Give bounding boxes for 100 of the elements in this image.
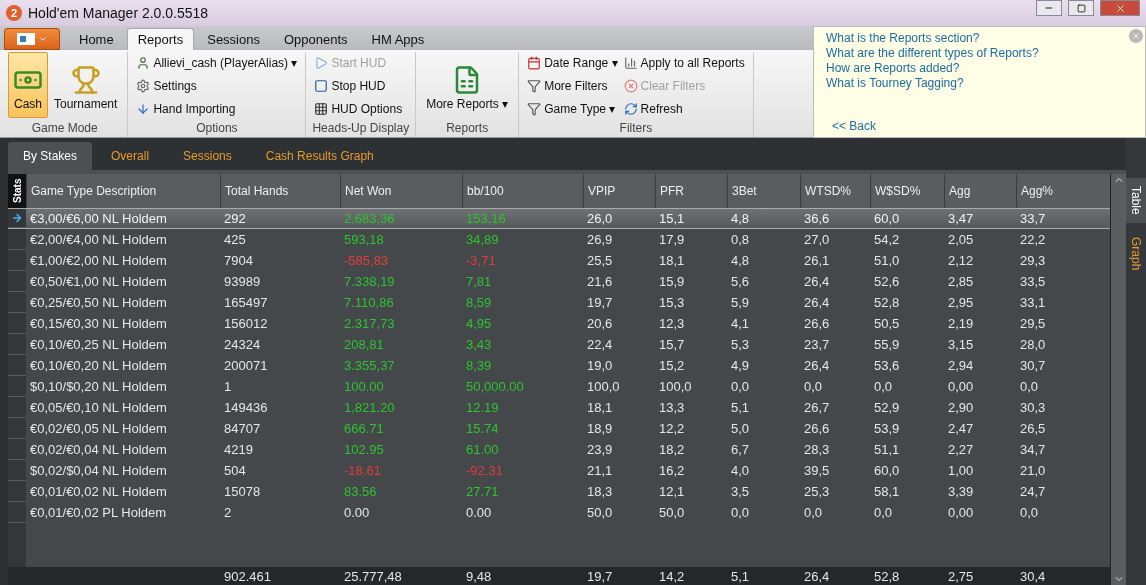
ribbon-tab[interactable]: HM Apps [360, 28, 436, 50]
table-cell-text: 7.110,86 [343, 294, 395, 312]
table-row[interactable]: €0,02/€0,05 NL Holdem 84707 666.71 15.74 18,9 12,2 5,0 26,6 53,9 2,47 26,5 [8, 418, 1110, 439]
user-icon [136, 56, 151, 70]
table-cell-text: 39,5 [803, 462, 831, 480]
table-cell-text: 5,3 [730, 336, 751, 354]
table-cell-text: 50,5 [873, 315, 901, 333]
ribbon-button[interactable]: More Reports ▾ [422, 52, 513, 118]
group-title: Filters [618, 120, 654, 137]
table-row[interactable]: €1,00/€2,00 NL Holdem 7904 -585,83 -3,71 25,5 18,1 4,8 26,1 51,0 2,12 29,3 [8, 250, 1110, 271]
report-tab[interactable]: Sessions [168, 142, 247, 170]
table-cell-text: 33,7 [1019, 210, 1047, 228]
table-cell-text: 2,05 [947, 231, 975, 249]
table-cell-text: 4,9 [730, 357, 751, 375]
table-row[interactable]: €0,50/€1,00 NL Holdem 93989 7.338,19 7,81 21,6 15,9 5,6 26,4 52,6 2,85 33,5 [8, 271, 1110, 292]
ribbon-button[interactable]: Cash [8, 52, 48, 118]
table-cell-text: 18,3 [586, 483, 614, 501]
ribbon-button[interactable]: Game Type ▾ [525, 98, 620, 120]
ribbon-button[interactable]: Allievi_cash (PlayerAlias) ▾ [134, 52, 300, 74]
ribbon-button[interactable]: HUD Options [312, 98, 405, 120]
table-cell-text: 0,00 [947, 378, 975, 396]
table-row[interactable]: $0,10/$0,20 NL Holdem 1 100.00 50,000.00 100,0 100,0 0,0 0,0 0,0 0,00 0,0 [8, 376, 1110, 397]
table-cell-text: 2,90 [947, 399, 975, 417]
scrollbar[interactable] [1110, 174, 1126, 585]
table-cell-text: 1 [223, 378, 233, 396]
minimize-button[interactable] [1036, 0, 1062, 16]
table-cell-text: 21,6 [586, 273, 614, 291]
report-tab[interactable]: Cash Results Graph [250, 142, 389, 170]
total-cell-text: 30,4 [1019, 567, 1047, 585]
ribbon-button[interactable]: More Filters [525, 75, 620, 97]
ribbon-tab[interactable]: Opponents [272, 28, 359, 50]
table-row[interactable]: €0,01/€0,02 PL Holdem 2 0.00 0.00 50,0 50,0 0,0 0,0 0,0 0,00 0,0 [8, 502, 1110, 523]
table-cell-text: 100.00 [343, 378, 385, 396]
stats-tab[interactable]: Stats [8, 174, 26, 208]
ribbon-button[interactable]: Settings [134, 75, 300, 97]
table-row[interactable]: €0,01/€0,02 NL Holdem 15078 83.56 27.71 18,3 12,1 3,5 25,3 58,1 3,39 24,7 [8, 481, 1110, 502]
table-row[interactable]: €0,05/€0,10 NL Holdem 149436 1,821.20 12.19 18,1 13,3 5,1 26,7 52,9 2,90 30,3 [8, 397, 1110, 418]
help-link[interactable]: How are Reports added? [826, 61, 960, 76]
table-cell-text: 61.00 [465, 441, 500, 459]
table-cell-text: 26,6 [803, 315, 831, 333]
side-tab[interactable]: Graph [1126, 228, 1146, 279]
table-row[interactable]: €0,10/€0,20 NL Holdem 200071 3.355,37 8,39 19,0 15,2 4,9 26,4 53,6 2,94 30,7 [8, 355, 1110, 376]
table-cell-text: 25,3 [803, 483, 831, 501]
ribbon-button[interactable]: Hand Importing [134, 98, 300, 120]
report-tab[interactable]: By Stakes [8, 142, 93, 170]
table-cell-text: 30,3 [1019, 399, 1047, 417]
ribbon-tab[interactable]: Home [68, 28, 125, 50]
table-cell-text: €3,00/€6,00 NL Holdem [29, 210, 168, 228]
close-button[interactable] [1100, 0, 1140, 16]
table-row[interactable]: €2,00/€4,00 NL Holdem 425 593,18 34,89 26,9 17,9 0,8 27,0 54,2 2,05 22,2 [8, 229, 1110, 250]
table-cell-text: 2 [223, 504, 233, 522]
table-cell-text: 12,1 [658, 483, 686, 501]
ribbon-button[interactable]: Refresh [621, 98, 747, 120]
maximize-button[interactable] [1068, 0, 1094, 16]
table-cell-text: 3,39 [947, 483, 975, 501]
table-cell-text: 53,6 [873, 357, 901, 375]
ribbon-tab[interactable]: Sessions [196, 28, 271, 50]
table-cell-text: 26,5 [1019, 420, 1047, 438]
total-cell-text: 9,48 [465, 567, 493, 585]
ribbon-button[interactable]: Tournament [50, 52, 122, 118]
table-cell-text: 2,19 [947, 315, 975, 333]
help-link[interactable]: What is the Reports section? [826, 31, 980, 46]
table-row[interactable]: €3,00/€6,00 NL Holdem 292 2.683,36 153,16 26,0 15,1 4,8 36,6 60,0 3,47 33,7 [8, 208, 1110, 229]
table-cell-text: €1,00/€2,00 NL Holdem [29, 252, 168, 270]
table-row[interactable]: €0,02/€0,04 NL Holdem 4219 102.95 61.00 23,9 18,2 6,7 28,3 51,1 2,27 34,7 [8, 439, 1110, 460]
table-cell-text: 0,0 [730, 504, 751, 522]
table-row[interactable]: €0,10/€0,25 NL Holdem 24324 208,81 3,43 22,4 15,7 5,3 23,7 55,9 3,15 28,0 [8, 334, 1110, 355]
table-cell-text: 26,1 [803, 252, 831, 270]
table-cell-text: 425 [223, 231, 247, 249]
help-link[interactable]: What are the different types of Reports? [826, 46, 1039, 61]
table-cell-text: 7,81 [465, 273, 493, 291]
table-cell-text: €0,02/€0,05 NL Holdem [29, 420, 168, 438]
table-cell-text: 18,9 [586, 420, 614, 438]
table-row[interactable]: $0,02/$0,04 NL Holdem 504 -18.61 -92.31 21,1 16,2 4,0 39,5 60,0 1,00 21,0 [8, 460, 1110, 481]
report-tab[interactable]: Overall [96, 142, 165, 170]
table-cell-text: 24,7 [1019, 483, 1047, 501]
table-cell-text: 84707 [223, 420, 262, 438]
table-cell-text: 504 [223, 462, 247, 480]
help-link[interactable]: What is Tourney Tagging? [826, 76, 964, 91]
table-cell-text: 593,18 [343, 231, 385, 249]
side-tab[interactable]: Table [1126, 178, 1146, 223]
table-cell-text: 0,0 [873, 378, 894, 396]
ribbon-button[interactable]: Stop HUD [312, 75, 405, 97]
table-row[interactable]: €0,25/€0,50 NL Holdem 165497 7.110,86 8,59 19,7 15,3 5,9 26,4 52,8 2,95 33,1 [8, 292, 1110, 313]
back-link[interactable]: << Back [826, 119, 877, 133]
close-button[interactable] [1129, 29, 1143, 43]
table-cell-text: 12.19 [465, 399, 500, 417]
table-cell-text: 149436 [223, 399, 269, 417]
ribbon-button[interactable]: Apply to all Reports [621, 52, 747, 74]
table-cell-text: 3,5 [730, 483, 751, 501]
total-cell-text: 14,2 [658, 567, 686, 585]
table-cell-text: 2,12 [947, 252, 975, 270]
app-menu-button[interactable] [4, 28, 60, 50]
window-title: Hold'em Manager 2.0.0.5518 [28, 5, 210, 21]
ribbon-button[interactable]: Date Range ▾ [525, 52, 620, 74]
calendar-icon [527, 56, 542, 70]
ribbon-tab[interactable]: Reports [126, 28, 195, 50]
caret-icon [37, 34, 48, 44]
table-cell-text: 22,4 [586, 336, 614, 354]
table-row[interactable]: €0,15/€0,30 NL Holdem 156012 2.317,73 4,95 20,6 12,3 4,1 26,6 50,5 2,19 29,5 [8, 313, 1110, 334]
